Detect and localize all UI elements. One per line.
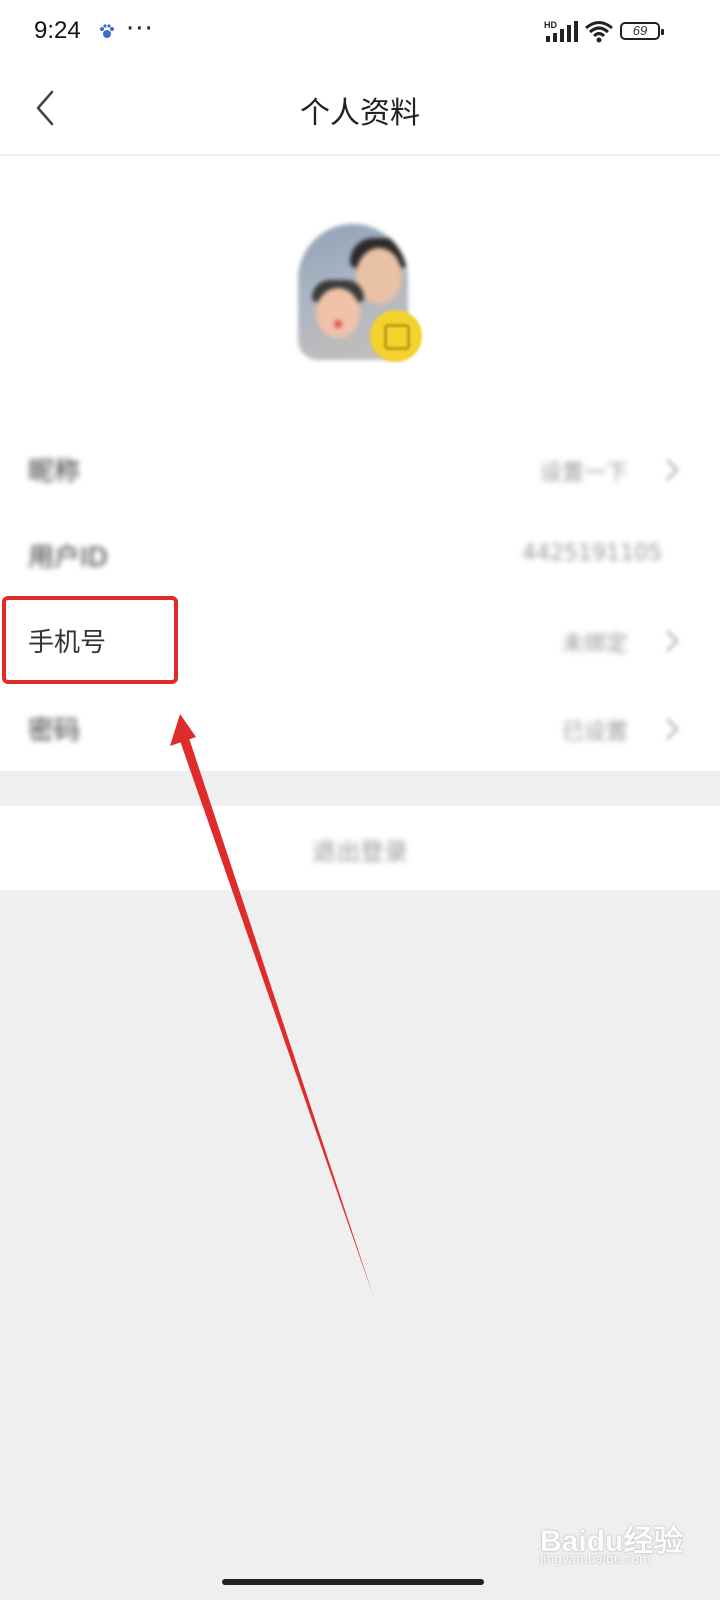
vip-badge-icon [370, 310, 422, 362]
chevron-right-icon [665, 629, 680, 653]
baidu-paw-icon [100, 24, 114, 38]
row-value: 设置一下 [539, 461, 628, 486]
signal-icon: HD [544, 20, 578, 42]
watermark-url: jingyan.baidu.com [540, 1552, 651, 1566]
profile-row-nickname[interactable]: 昵称 设置一下 [0, 427, 720, 513]
profile-row-password[interactable]: 密码 已设置 [0, 686, 720, 772]
battery-level: 69 [632, 23, 648, 38]
wifi-icon [585, 21, 613, 43]
more-notifications-icon: ··· [126, 14, 154, 44]
status-time: 9:24 [34, 17, 81, 44]
chevron-right-icon [665, 717, 680, 741]
page-title: 个人资料 [300, 96, 420, 131]
top-bar: 9:24 ··· HD 69 个人资料 [0, 0, 720, 158]
battery-icon: 69 [620, 22, 664, 40]
baidu-jingyan-watermark: Baidu经验 jingyan.baidu.com [540, 1510, 700, 1570]
logout-button[interactable]: 退出登录 [0, 806, 720, 890]
row-label: 用户ID [28, 543, 108, 573]
row-value: 4425191105 [522, 541, 662, 566]
signal-hd-label: HD [544, 20, 557, 30]
logout-label: 退出登录 [312, 838, 408, 866]
chevron-right-icon [665, 458, 680, 482]
navigation-bar: 个人资料 [0, 66, 720, 156]
row-value: 未绑定 [561, 632, 628, 657]
profile-row-user-id: 用户ID 4425191105 [0, 513, 720, 599]
row-label: 昵称 [28, 457, 81, 487]
row-label: 密码 [28, 716, 81, 746]
home-indicator[interactable] [222, 1579, 484, 1585]
phone-highlight-box [2, 596, 178, 684]
status-bar: 9:24 ··· HD 69 [0, 0, 720, 66]
row-value: 已设置 [561, 720, 628, 745]
